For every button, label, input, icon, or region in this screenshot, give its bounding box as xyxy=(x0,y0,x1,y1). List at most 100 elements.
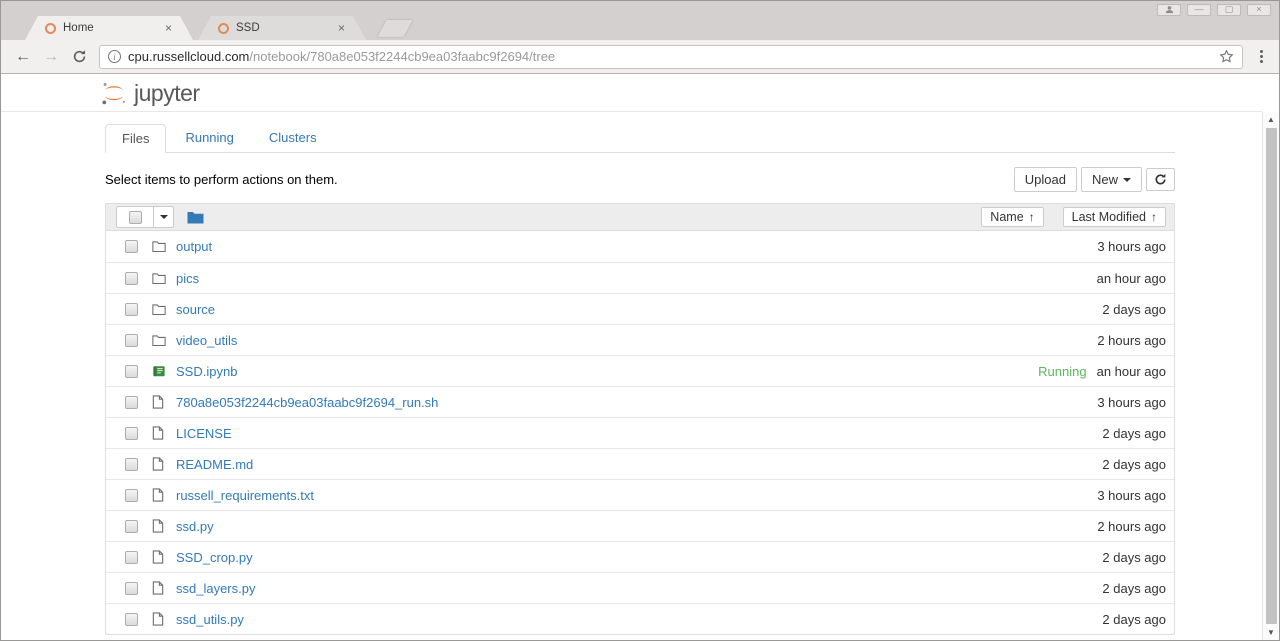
table-row: ssd_layers.py 2 days ago xyxy=(106,572,1174,603)
maximize-button[interactable]: ▢ xyxy=(1217,3,1241,16)
upload-button[interactable]: Upload xyxy=(1013,167,1077,192)
url-text[interactable]: cpu.russellcloud.com/notebook/780a8e053f… xyxy=(128,49,1213,64)
table-row: SSD.ipynb Running an hour ago xyxy=(106,355,1174,386)
scroll-down-icon[interactable]: ▼ xyxy=(1263,625,1279,640)
table-row: russell_requirements.txt 3 hours ago xyxy=(106,479,1174,510)
chevron-down-icon xyxy=(159,215,168,219)
page-info-icon[interactable]: i xyxy=(108,50,121,63)
select-filter-dropdown[interactable] xyxy=(153,207,173,227)
file-link[interactable]: video_utils xyxy=(176,333,237,348)
table-row: SSD_crop.py 2 days ago xyxy=(106,541,1174,572)
new-tab-button[interactable] xyxy=(377,20,413,37)
select-hint-text: Select items to perform actions on them. xyxy=(105,172,338,187)
notebook-icon xyxy=(152,365,166,378)
file-link[interactable]: SSD.ipynb xyxy=(176,364,237,379)
row-checkbox[interactable] xyxy=(125,550,138,564)
row-checkbox[interactable] xyxy=(125,240,138,253)
row-checkbox[interactable] xyxy=(125,333,138,347)
row-checkbox[interactable] xyxy=(125,364,138,378)
running-status: Running xyxy=(1038,363,1087,379)
file-link[interactable]: ssd.py xyxy=(176,519,214,534)
scrollbar-thumb[interactable] xyxy=(1265,128,1277,624)
sort-modified-button[interactable]: Last Modified ↑ xyxy=(1062,207,1166,227)
close-button[interactable]: × xyxy=(1247,3,1271,16)
file-link[interactable]: 780a8e053f2244cb9ea03faabc9f2694_run.sh xyxy=(176,395,438,410)
action-toolbar: Select items to perform actions on them.… xyxy=(105,167,1175,192)
last-modified: 3 hours ago xyxy=(1097,487,1166,503)
new-button-label: New xyxy=(1091,172,1118,187)
address-bar[interactable]: i cpu.russellcloud.com/notebook/780a8e05… xyxy=(99,44,1243,69)
profile-icon[interactable] xyxy=(1157,3,1181,16)
select-all-checkbox[interactable] xyxy=(117,207,153,227)
new-dropdown-button[interactable]: New xyxy=(1080,167,1142,192)
url-path: /notebook/780a8e053f2244cb9ea03faabc9f26… xyxy=(249,49,556,64)
row-checkbox[interactable] xyxy=(125,612,138,626)
file-link[interactable]: source xyxy=(176,302,215,317)
row-checkbox[interactable] xyxy=(125,302,138,316)
row-checkbox[interactable] xyxy=(125,426,138,440)
last-modified: 2 days ago xyxy=(1102,425,1166,441)
file-icon xyxy=(152,426,166,440)
row-checkbox[interactable] xyxy=(125,581,138,595)
file-link[interactable]: ssd_utils.py xyxy=(176,612,244,627)
file-link[interactable]: russell_requirements.txt xyxy=(176,488,314,503)
last-modified: 2 hours ago xyxy=(1097,332,1166,348)
file-rows: output 3 hours ago pics an hour ago source 2 … xyxy=(106,231,1174,634)
sort-name-button[interactable]: Name ↑ xyxy=(981,207,1044,227)
url-domain: cpu.russellcloud.com xyxy=(128,49,250,64)
breadcrumb-root-folder-icon[interactable] xyxy=(187,210,204,225)
table-row: README.md 2 days ago xyxy=(106,448,1174,479)
table-row: ssd.py 2 hours ago xyxy=(106,510,1174,541)
chrome-menu-icon[interactable] xyxy=(1253,50,1269,63)
tab-clusters[interactable]: Clusters xyxy=(253,124,333,152)
file-icon xyxy=(152,519,166,533)
table-row: output 3 hours ago xyxy=(106,231,1174,262)
page-scrollbar[interactable]: ▲ ▼ xyxy=(1262,112,1279,640)
bookmark-star-icon[interactable] xyxy=(1219,49,1234,64)
file-link[interactable]: pics xyxy=(176,271,199,286)
row-checkbox[interactable] xyxy=(125,519,138,533)
last-modified: an hour ago xyxy=(1096,363,1166,379)
row-checkbox[interactable] xyxy=(125,488,138,502)
file-link[interactable]: output xyxy=(176,239,212,254)
row-checkbox[interactable] xyxy=(125,395,138,409)
folder-icon xyxy=(152,303,166,316)
file-icon xyxy=(152,612,166,626)
file-link[interactable]: SSD_crop.py xyxy=(176,550,253,565)
jupyter-nav-tabs: Files Running Clusters xyxy=(105,124,1175,153)
row-checkbox[interactable] xyxy=(125,457,138,471)
folder-icon xyxy=(152,272,166,285)
minimize-button[interactable]: — xyxy=(1187,3,1211,16)
reload-icon[interactable] xyxy=(67,45,91,69)
back-icon[interactable]: ← xyxy=(11,45,35,69)
jupyter-logo-text: jupyter xyxy=(134,79,200,106)
file-link[interactable]: ssd_layers.py xyxy=(176,581,255,596)
tab-label: SSD xyxy=(236,22,260,34)
list-header: Name ↑ Last Modified ↑ xyxy=(106,204,1174,231)
jupyter-favicon-icon xyxy=(218,23,229,34)
tab-close-icon[interactable]: × xyxy=(337,22,346,34)
refresh-button[interactable] xyxy=(1146,168,1175,191)
table-row: source 2 days ago xyxy=(106,293,1174,324)
last-modified: 2 days ago xyxy=(1102,301,1166,317)
tab-close-icon[interactable]: × xyxy=(164,22,173,34)
row-checkbox[interactable] xyxy=(125,271,138,285)
forward-icon[interactable]: → xyxy=(39,45,63,69)
last-modified: 2 days ago xyxy=(1102,456,1166,472)
browser-tab-home[interactable]: Home × xyxy=(25,16,193,40)
chevron-down-icon xyxy=(1123,177,1131,182)
file-link[interactable]: LICENSE xyxy=(176,426,232,441)
browser-tabstrip: Home × SSD × xyxy=(1,16,1279,40)
tab-running[interactable]: Running xyxy=(169,124,249,152)
browser-window: — ▢ × Home × SSD × ← → i cpu.russellclou… xyxy=(0,0,1280,641)
scroll-up-icon[interactable]: ▲ xyxy=(1263,112,1279,127)
last-modified: 2 days ago xyxy=(1102,611,1166,627)
browser-toolbar: ← → i cpu.russellcloud.com/notebook/780a… xyxy=(1,40,1279,74)
browser-tab-ssd[interactable]: SSD × xyxy=(198,16,366,40)
select-all-split-button xyxy=(116,206,174,228)
file-icon xyxy=(152,457,166,471)
tab-files[interactable]: Files xyxy=(105,124,167,153)
file-link[interactable]: README.md xyxy=(176,457,253,472)
jupyter-logo[interactable]: jupyter xyxy=(100,79,200,107)
sort-name-label: Name xyxy=(990,210,1024,224)
